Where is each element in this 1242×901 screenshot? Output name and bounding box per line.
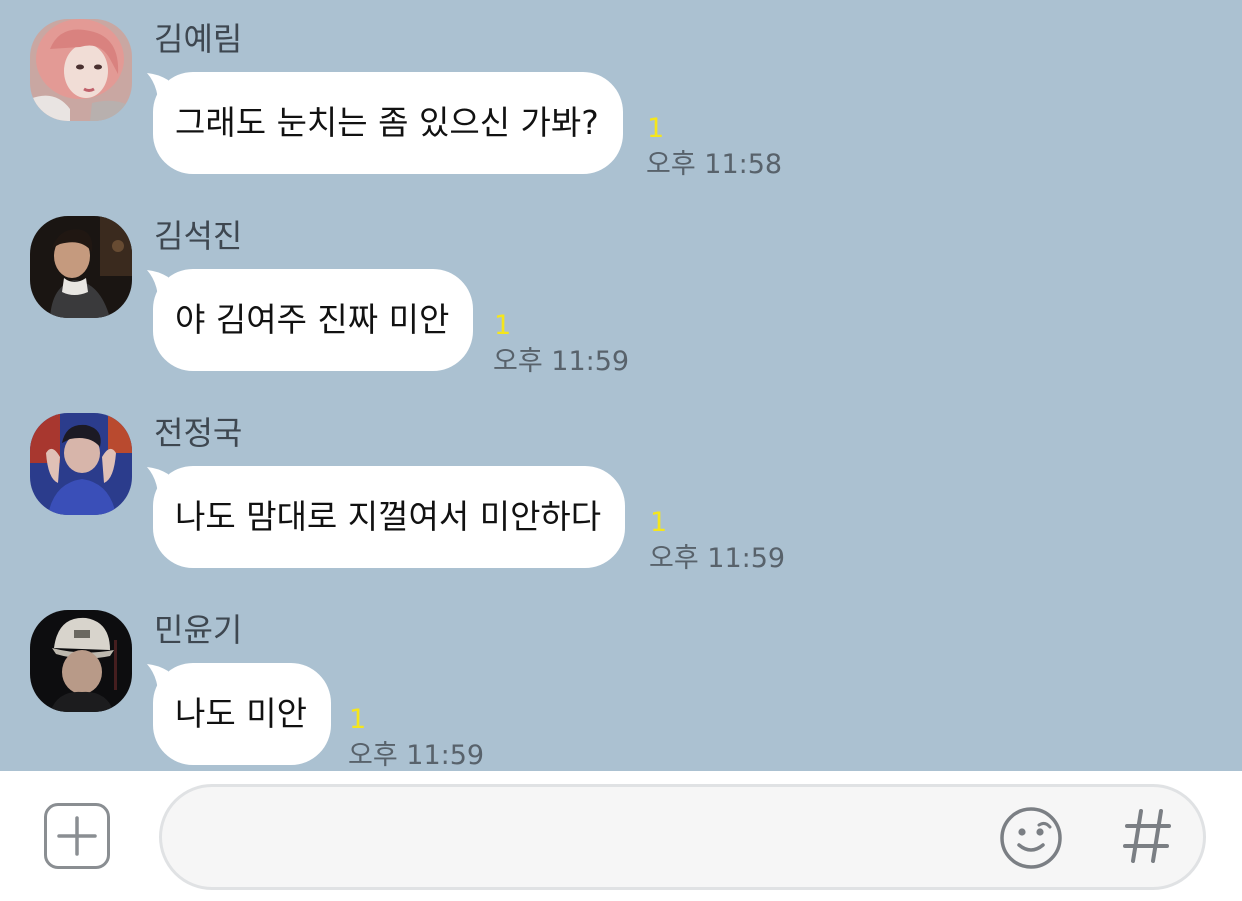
avatar-photo-pink-hair (30, 19, 132, 121)
message-item: 김석진 야 김여주 진짜 미안 1 오후 11:59 (0, 216, 1242, 386)
message-meta: 1 오후 11:59 (493, 311, 629, 380)
chat-area[interactable]: 김예림 그래도 눈치는 좀 있으신 가봐? 1 오후 11:58 김석진 야 김… (0, 0, 1242, 771)
message-time: 오후 11:59 (649, 543, 786, 574)
avatar[interactable] (30, 413, 132, 515)
input-bar (0, 771, 1242, 901)
avatar-photo-dark-portrait (30, 216, 132, 318)
unread-count: 1 (650, 507, 668, 538)
message-bubble-group: 나도 맘대로 지껄여서 미안하다 (144, 466, 626, 568)
message-time: 오후 11:59 (493, 346, 630, 377)
message-meta: 1 오후 11:59 (348, 704, 485, 772)
unread-count: 1 (647, 113, 665, 144)
message-time: 오후 11:58 (646, 149, 783, 180)
avatar[interactable] (30, 19, 132, 121)
message-item: 김예림 그래도 눈치는 좀 있으신 가봐? 1 오후 11:58 (0, 19, 1242, 189)
plus-icon (57, 816, 97, 856)
message-item: 민윤기 나도 미안 1 오후 11:59 (0, 610, 1242, 771)
message-time: 오후 11:59 (348, 740, 485, 771)
message-meta: 1 오후 11:58 (646, 114, 782, 183)
avatar-photo-cap (30, 610, 132, 712)
avatar[interactable] (30, 610, 132, 712)
message-bubble-group: 야 김여주 진짜 미안 (144, 269, 474, 371)
unread-count: 1 (349, 704, 367, 735)
message-bubble[interactable]: 그래도 눈치는 좀 있으신 가봐? (153, 72, 623, 174)
sender-name: 민윤기 (154, 611, 243, 649)
avatar[interactable] (30, 216, 132, 318)
message-bubble-group: 그래도 눈치는 좀 있으신 가봐? (144, 72, 623, 174)
hashtag-icon (1123, 809, 1171, 863)
attach-plus-button[interactable] (44, 803, 110, 869)
sender-name: 김석진 (154, 217, 243, 255)
hashtag-button[interactable] (1119, 803, 1175, 869)
unread-count: 1 (494, 310, 512, 341)
message-bubble[interactable]: 야 김여주 진짜 미안 (153, 269, 474, 371)
message-item: 전정국 나도 맘대로 지껄여서 미안하다 1 오후 11:59 (0, 413, 1242, 583)
emoji-button[interactable] (998, 805, 1064, 871)
message-bubble-group: 나도 미안 (144, 663, 331, 765)
message-meta: 1 오후 11:59 (649, 508, 785, 577)
smiley-icon (1000, 807, 1062, 869)
avatar-photo-blue-light (30, 413, 132, 515)
sender-name: 김예림 (154, 20, 243, 58)
message-bubble[interactable]: 나도 미안 (153, 663, 331, 765)
message-bubble[interactable]: 나도 맘대로 지껄여서 미안하다 (153, 466, 626, 568)
sender-name: 전정국 (154, 414, 243, 452)
